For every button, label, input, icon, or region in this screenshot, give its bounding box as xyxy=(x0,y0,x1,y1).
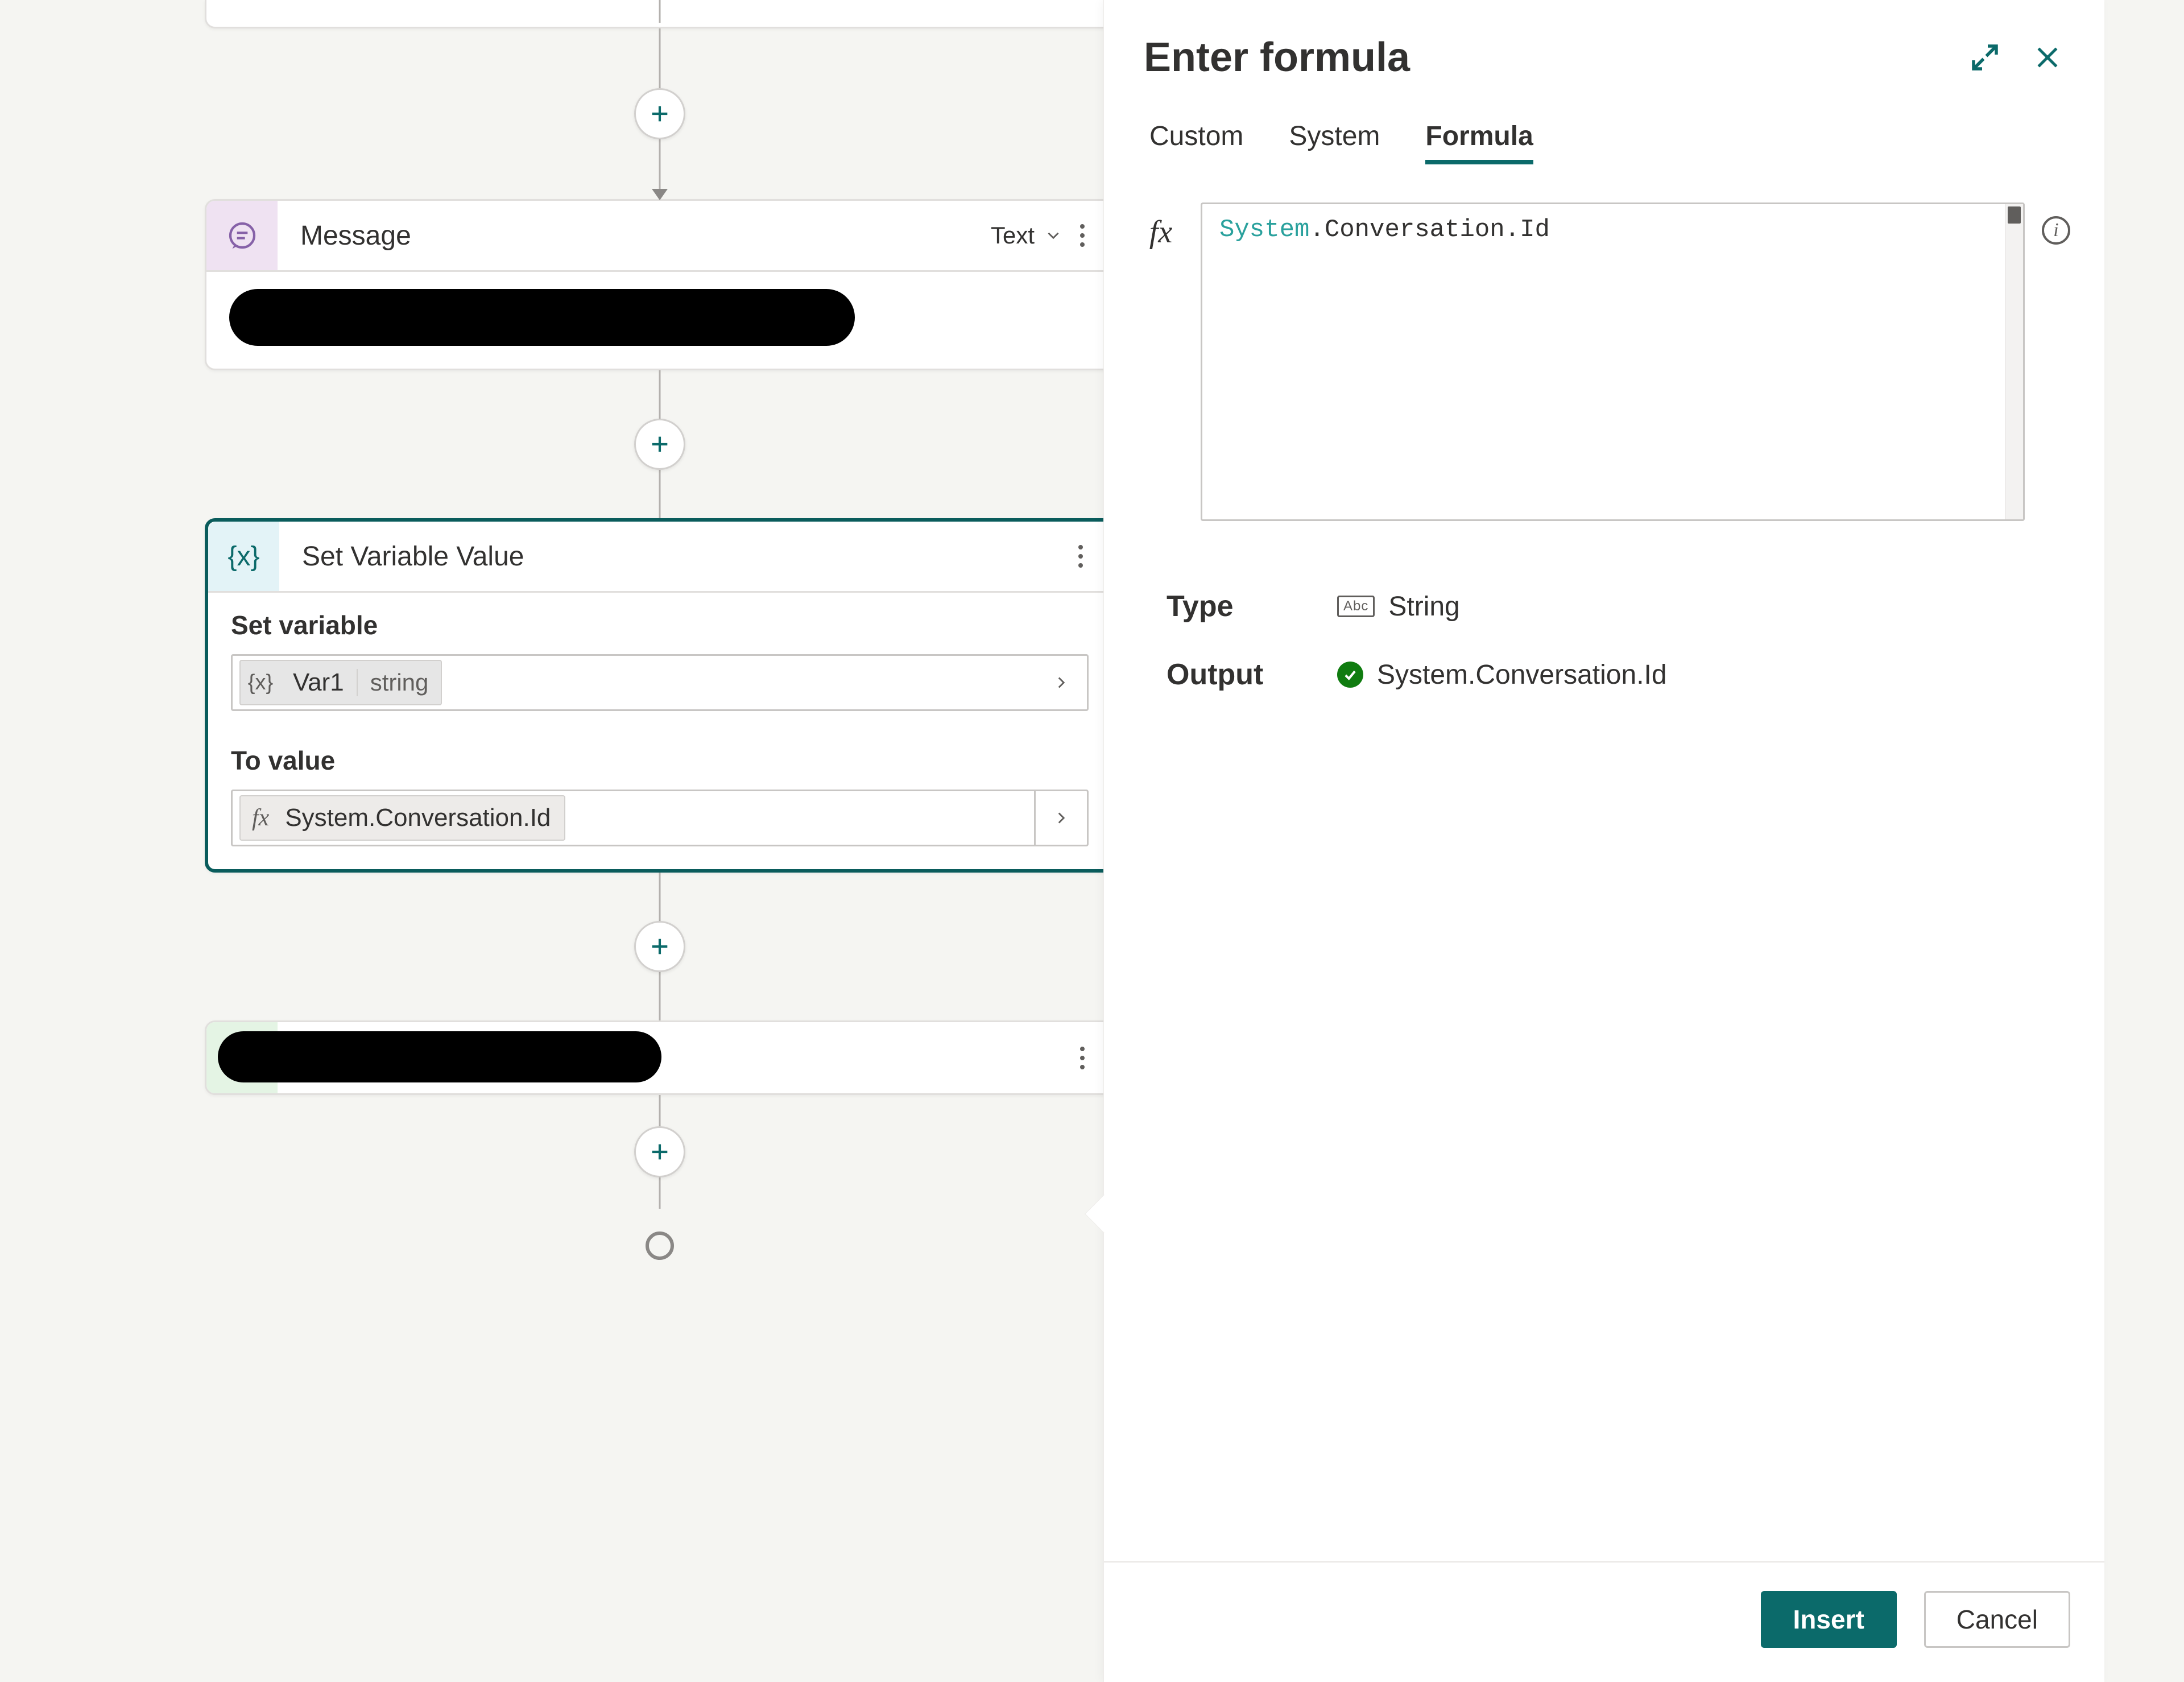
token-system: System xyxy=(1219,216,1309,244)
plus-icon xyxy=(648,102,671,125)
formula-metadata: Type Abc String Output System.Conversati… xyxy=(1104,521,2104,692)
node-icon-box: {x} xyxy=(208,522,279,591)
chevron-right-icon xyxy=(1034,791,1087,845)
add-node-button[interactable] xyxy=(634,419,685,470)
variable-type: string xyxy=(357,669,441,696)
token-rest: .Conversation.Id xyxy=(1309,216,1549,244)
node-header-actions: Text xyxy=(991,218,1113,253)
chevron-right-icon xyxy=(1036,673,1087,692)
connector xyxy=(205,28,1115,199)
formula-row: fx System.Conversation.Id i xyxy=(1104,163,2104,521)
type-value-row: Abc String xyxy=(1337,591,2104,622)
terminal-circle-icon xyxy=(646,1231,674,1260)
output-value-row: System.Conversation.Id xyxy=(1337,659,2104,691)
check-icon xyxy=(1337,662,1363,688)
type-value: String xyxy=(1388,591,1459,622)
node-header: {x} Set Variable Value xyxy=(208,522,1111,593)
node-more-menu[interactable] xyxy=(1074,218,1090,253)
cancel-button[interactable]: Cancel xyxy=(1924,1591,2070,1648)
plus-icon xyxy=(648,433,671,456)
formula-value: System.Conversation.Id xyxy=(280,804,564,832)
info-button[interactable]: i xyxy=(2042,216,2070,245)
variable-name: Var1 xyxy=(280,668,357,697)
connector-line xyxy=(659,0,661,23)
connector xyxy=(205,370,1115,518)
node-header xyxy=(206,1022,1113,1093)
expand-button[interactable] xyxy=(1962,35,2008,80)
formula-editor[interactable]: System.Conversation.Id xyxy=(1201,202,2025,521)
node-header: Message Text xyxy=(206,201,1113,272)
variable-icon: {x} xyxy=(241,671,280,695)
formula-chip: fx System.Conversation.Id xyxy=(239,795,565,841)
variable-chip: {x} Var1 string xyxy=(239,660,442,705)
type-label: Text xyxy=(991,222,1035,249)
message-icon xyxy=(226,220,258,251)
fx-label: fx xyxy=(1138,202,1184,250)
formula-panel: Enter formula Custom System Formula xyxy=(1103,0,2104,1682)
node-more-menu[interactable] xyxy=(1074,1041,1090,1075)
connector xyxy=(205,873,1115,1020)
add-node-button[interactable] xyxy=(634,88,685,139)
expand-icon xyxy=(1968,40,2002,75)
tab-formula[interactable]: Formula xyxy=(1425,121,1533,162)
redacted-content xyxy=(229,289,855,346)
section-label: Set variable xyxy=(231,610,1089,640)
app-root: Message Text xyxy=(0,0,2184,1682)
connector xyxy=(205,1095,1115,1209)
tab-system[interactable]: System xyxy=(1289,121,1380,162)
type-label: Type xyxy=(1167,589,1337,623)
node-body: Set variable {x} Var1 string To value xyxy=(208,593,1111,869)
section-label: To value xyxy=(231,745,1089,776)
plus-icon xyxy=(648,935,671,958)
chevron-down-icon xyxy=(1044,226,1063,245)
node-unknown[interactable] xyxy=(205,1020,1115,1095)
fx-icon: fx xyxy=(241,804,280,832)
node-more-menu[interactable] xyxy=(1073,539,1089,573)
value-picker[interactable]: fx System.Conversation.Id xyxy=(231,790,1089,846)
editor-scrollbar[interactable] xyxy=(2005,204,2023,519)
tab-custom[interactable]: Custom xyxy=(1149,121,1243,162)
add-node-button[interactable] xyxy=(634,1126,685,1177)
arrow-down-icon xyxy=(652,189,668,200)
close-button[interactable] xyxy=(2025,35,2070,80)
message-type-selector[interactable]: Text xyxy=(991,222,1063,249)
flow-column: Message Text xyxy=(205,0,1115,1243)
panel-footer: Insert Cancel xyxy=(1104,1561,2104,1682)
node-title: Set Variable Value xyxy=(302,541,1073,572)
redacted-content xyxy=(218,1031,661,1082)
close-icon xyxy=(2032,42,2063,73)
plus-icon xyxy=(648,1140,671,1163)
output-value: System.Conversation.Id xyxy=(1377,659,1667,691)
add-node-button[interactable] xyxy=(634,921,685,972)
panel-title: Enter formula xyxy=(1144,34,1945,81)
variable-icon: {x} xyxy=(228,541,259,572)
flow-terminal xyxy=(205,1209,1115,1243)
variable-picker[interactable]: {x} Var1 string xyxy=(231,654,1089,711)
scrollbar-thumb[interactable] xyxy=(2008,206,2021,224)
output-label: Output xyxy=(1167,658,1337,692)
node-title: Message xyxy=(300,220,991,251)
node-body xyxy=(206,272,1113,369)
panel-header: Enter formula xyxy=(1104,0,2104,98)
panel-tabs: Custom System Formula xyxy=(1104,98,2104,163)
string-type-icon: Abc xyxy=(1337,596,1375,617)
node-icon-box xyxy=(206,201,278,270)
insert-button[interactable]: Insert xyxy=(1761,1591,1897,1648)
node-message[interactable]: Message Text xyxy=(205,199,1115,370)
formula-text: System.Conversation.Id xyxy=(1202,204,2023,255)
node-set-variable[interactable]: {x} Set Variable Value Set variable {x} … xyxy=(205,518,1115,873)
